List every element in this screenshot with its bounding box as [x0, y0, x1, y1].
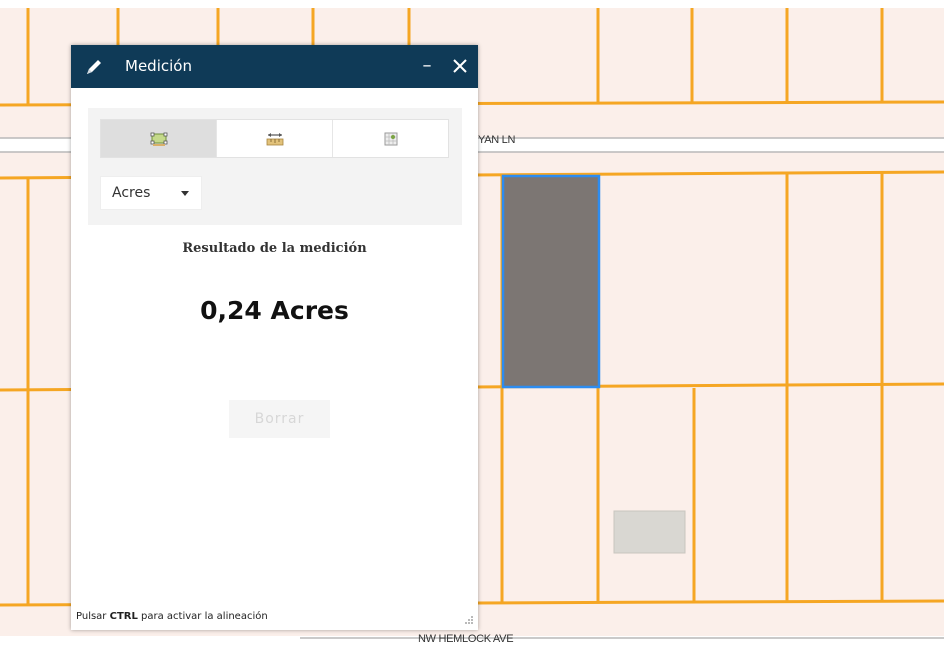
area-measure-icon [150, 132, 167, 146]
minimize-button[interactable]: – [417, 54, 437, 78]
measurement-tools-panel: Acres [88, 108, 462, 225]
map-top-border [0, 0, 944, 8]
unit-select[interactable]: Acres [100, 176, 202, 210]
location-measure-icon [384, 132, 397, 145]
chevron-down-icon [181, 191, 189, 196]
street-label-hemlock-ave: NW HEMLOCK AVE [418, 633, 514, 645]
hint-suffix: para activar la alineación [137, 611, 268, 622]
hint-key: CTRL [109, 611, 138, 622]
measurement-tool-tabs [100, 119, 449, 158]
snapping-hint: Pulsar CTRL para activar la alineación [76, 611, 268, 622]
clear-button[interactable]: Borrar [229, 400, 330, 438]
unit-select-value: Acres [112, 185, 151, 201]
area-tool-button[interactable] [101, 120, 217, 157]
location-tool-button[interactable] [333, 120, 448, 157]
distance-tool-button[interactable] [217, 120, 333, 157]
close-icon [453, 59, 467, 73]
widget-title: Medición [125, 57, 192, 75]
pencil-icon [87, 60, 101, 74]
minimize-icon: – [422, 55, 432, 76]
close-button[interactable] [449, 54, 471, 78]
measurement-widget: Medición – Acres Resultado de la medició… [71, 45, 478, 630]
resize-handle-icon[interactable] [464, 615, 474, 625]
widget-header[interactable]: Medición – [71, 45, 478, 88]
result-heading: Resultado de la medición [182, 241, 367, 256]
distance-measure-icon [266, 132, 283, 145]
result-value: 0,24 Acres [200, 296, 349, 325]
selected-parcel [501, 174, 601, 389]
hint-prefix: Pulsar [76, 611, 110, 622]
building-footprint [613, 510, 686, 554]
map-viewer: YAN LN NW HEMLOCK AVE Medición – Acres R… [0, 0, 944, 648]
street-label-ryan-ln: YAN LN [478, 134, 516, 146]
